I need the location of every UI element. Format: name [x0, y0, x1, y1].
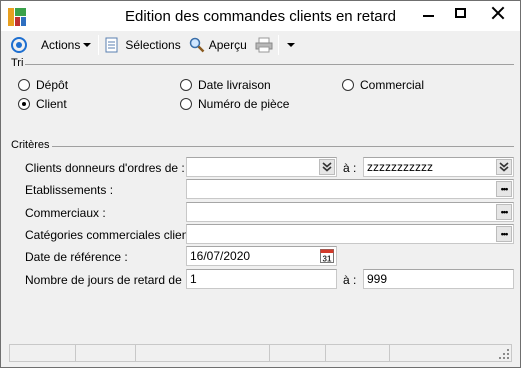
clients-from-dropdown[interactable]: [319, 159, 335, 175]
jours-retard-label: Nombre de jours de retard de :: [25, 273, 189, 287]
chevron-down-icon: [83, 43, 92, 47]
radio-button[interactable]: [18, 79, 30, 91]
document-icon: [105, 37, 118, 53]
clients-to-dropdown[interactable]: [496, 159, 512, 175]
title-bar[interactable]: Edition des commandes clients en retard: [1, 1, 520, 31]
status-bar: [9, 344, 512, 362]
radio-button[interactable]: [180, 98, 192, 110]
radio-depot-label: Dépôt: [36, 78, 69, 92]
calendar-day: 31: [323, 254, 332, 263]
radio-numero-piece-label: Numéro de pièce: [198, 97, 290, 111]
jours-from-input[interactable]: 1: [186, 269, 337, 289]
radio-date-livraison[interactable]: Date livraison: [180, 78, 271, 92]
radio-commercial-label: Commercial: [360, 78, 425, 92]
radio-client-label: Client: [36, 97, 67, 111]
resize-grip-icon[interactable]: [499, 349, 509, 359]
radio-client[interactable]: Client: [18, 97, 67, 111]
etablissements-label: Etablissements :: [25, 183, 114, 197]
ellipsis-icon: •••: [500, 207, 509, 217]
etablissements-input[interactable]: •••: [186, 179, 514, 199]
radio-depot[interactable]: Dépôt: [18, 78, 68, 92]
categories-input[interactable]: •••: [186, 224, 514, 244]
etablissements-browse-button[interactable]: •••: [496, 181, 512, 197]
close-button[interactable]: [479, 1, 517, 24]
status-cell: [76, 345, 136, 361]
a-label: à :: [343, 273, 357, 287]
print-options-button[interactable]: [284, 34, 295, 56]
status-cell: [270, 345, 326, 361]
radio-button[interactable]: [180, 79, 192, 91]
a-label: à :: [343, 161, 357, 175]
categories-browse-button[interactable]: •••: [496, 226, 512, 242]
selections-button[interactable]: Sélections: [104, 34, 181, 56]
date-reference-value: 16/07/2020: [190, 249, 251, 263]
status-cell: [10, 345, 76, 361]
jours-to-input[interactable]: 999: [363, 269, 514, 289]
date-reference-label: Date de référence :: [25, 250, 128, 264]
radio-date-livraison-label: Date livraison: [198, 78, 271, 92]
close-icon: [491, 6, 505, 20]
double-chevron-down-icon: [322, 162, 332, 172]
double-chevron-down-icon: [499, 162, 509, 172]
toolbar: Actions Sélections Aperçu: [1, 32, 520, 58]
commerciaux-label: Commerciaux :: [25, 206, 106, 220]
status-cell: [136, 345, 270, 361]
home-button[interactable]: [11, 34, 27, 56]
jours-from-value: 1: [190, 272, 197, 286]
chevron-down-icon: [286, 43, 295, 47]
radio-button-selected[interactable]: [18, 98, 30, 110]
commerciaux-browse-button[interactable]: •••: [496, 204, 512, 220]
magnifier-icon: [189, 37, 205, 53]
main-window: Edition des commandes clients en retard …: [0, 0, 521, 368]
date-reference-input[interactable]: 16/07/2020 31: [186, 246, 337, 266]
criteres-divider: [52, 146, 514, 147]
toolbar-separator: [277, 35, 279, 55]
date-reference-calendar-button[interactable]: 31: [319, 248, 335, 264]
radio-numero-piece[interactable]: Numéro de pièce: [180, 97, 289, 111]
tri-divider: [25, 64, 514, 65]
radio-button[interactable]: [342, 79, 354, 91]
jours-to-value: 999: [367, 272, 388, 286]
printer-icon: [255, 37, 273, 53]
actions-label: Actions: [41, 38, 81, 52]
clients-donneurs-label: Clients donneurs d'ordres de :: [25, 161, 185, 175]
maximize-button[interactable]: [445, 1, 475, 24]
clients-to-value: zzzzzzzzzzz: [367, 160, 433, 174]
tri-group-label: Tri: [11, 57, 24, 69]
status-cell: [326, 345, 390, 361]
target-icon: [11, 37, 27, 53]
toolbar-separator: [98, 35, 100, 55]
clients-to-input[interactable]: zzzzzzzzzzz: [363, 157, 514, 177]
criteres-group-label: Critères: [11, 139, 50, 151]
categories-label: Catégories commerciales clients :: [25, 228, 205, 242]
minimize-button[interactable]: [413, 1, 443, 24]
ellipsis-icon: •••: [500, 184, 509, 194]
selections-label: Sélections: [125, 38, 181, 52]
commerciaux-input[interactable]: •••: [186, 202, 514, 222]
clients-from-input[interactable]: [186, 157, 337, 177]
print-button[interactable]: [255, 34, 273, 56]
radio-commercial[interactable]: Commercial: [342, 78, 424, 92]
minimize-icon: [422, 14, 434, 17]
ellipsis-icon: •••: [500, 229, 509, 239]
maximize-icon: [454, 7, 466, 18]
actions-menu-button[interactable]: Actions: [41, 34, 92, 56]
apercu-button[interactable]: Aperçu: [189, 34, 247, 56]
calendar-icon: 31: [320, 249, 334, 263]
apercu-label: Aperçu: [208, 38, 247, 52]
